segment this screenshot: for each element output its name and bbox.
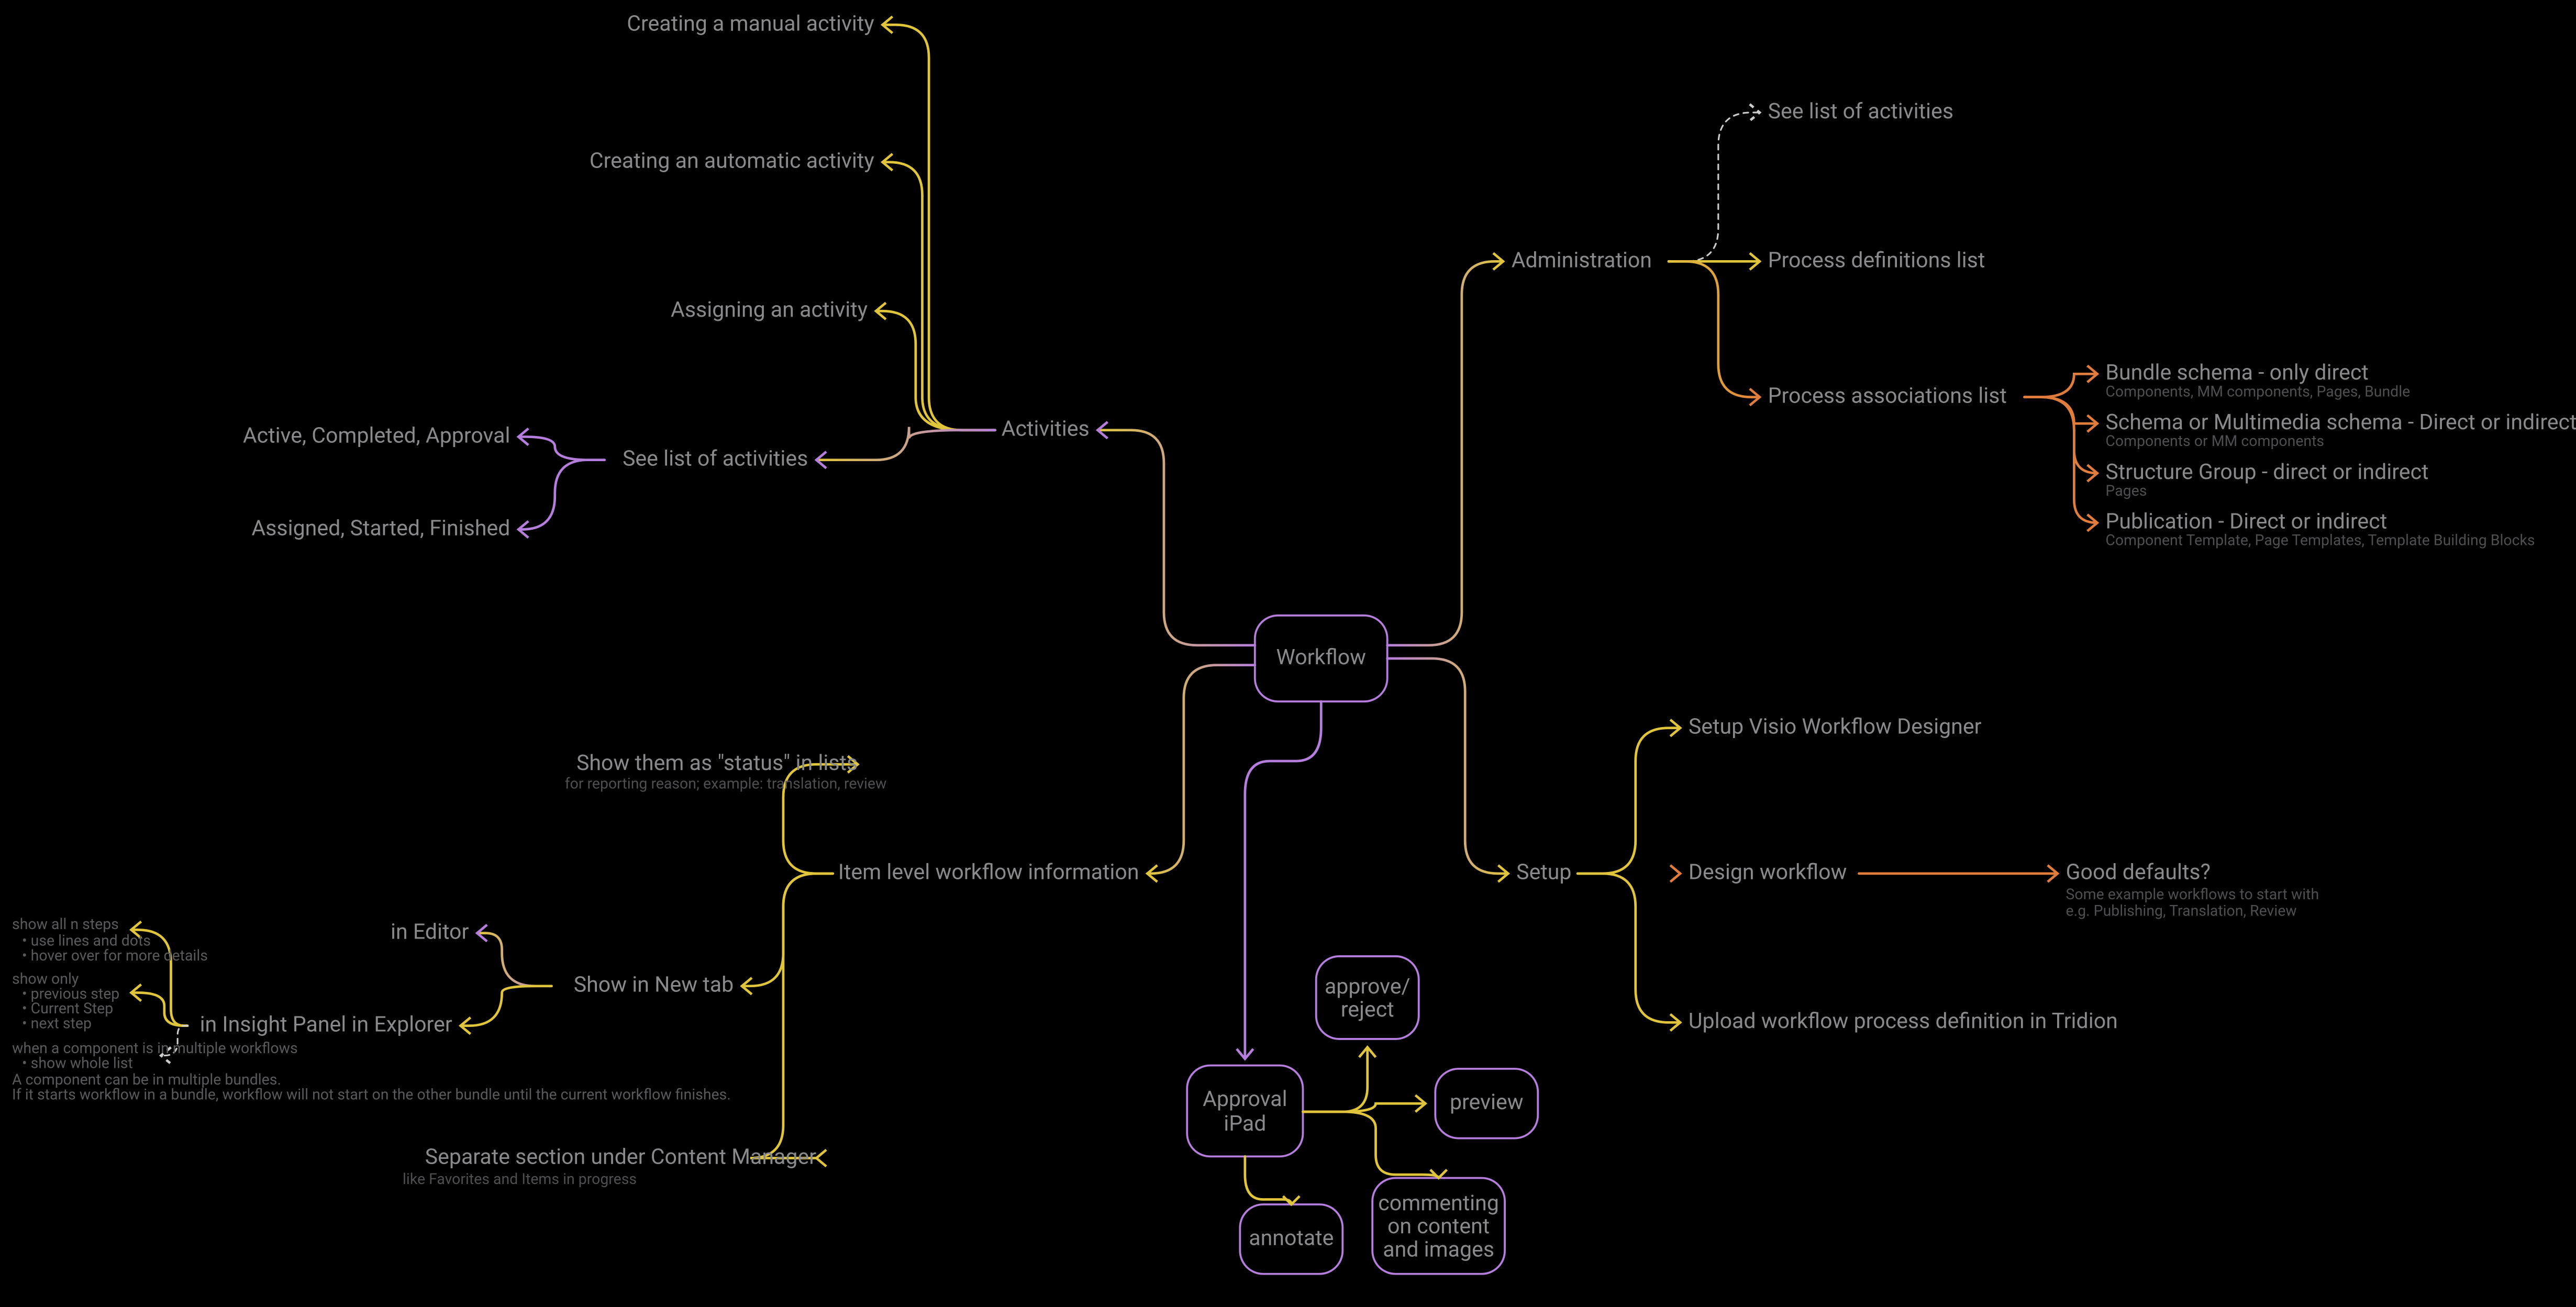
leaf-assoc-pub[interactable]: Publication - Direct or indirect <box>2105 509 2387 534</box>
edge-workflow-item <box>1147 665 1254 874</box>
arrow <box>816 1150 826 1167</box>
preview-label: preview <box>1450 1090 1524 1115</box>
node-approval-ipad[interactable]: Approval iPad <box>1187 1066 1303 1157</box>
node-admin-assoc[interactable]: Process associations list <box>1768 383 2007 408</box>
edge-appr-comment <box>1303 1112 1438 1178</box>
edge-newtab-editor <box>477 933 551 986</box>
leaf-assoc-pub-sub: Component Template, Page Templates, Temp… <box>2105 532 2535 549</box>
leaf-admin-seelist[interactable]: See list of activities <box>1768 99 1953 124</box>
leaf-active-comp-app[interactable]: Active, Completed, Approval <box>243 423 510 448</box>
leaf-create-manual[interactable]: Creating a manual activity <box>627 11 874 36</box>
node-annotate[interactable]: annotate <box>1240 1204 1342 1274</box>
leaf-setup-visio[interactable]: Setup Visio Workflow Designer <box>1689 714 1982 740</box>
edge-item-sep <box>750 874 833 1158</box>
edge-admin-seelist <box>1669 113 1760 261</box>
node-setup-design[interactable]: Design workflow <box>1689 860 1847 885</box>
edge-act-manual <box>883 25 995 430</box>
approval-label-2: iPad <box>1224 1111 1266 1136</box>
edge-workflow-setup <box>1387 658 1508 874</box>
edge-assoc-bundle <box>2025 374 2097 397</box>
edge-workflow-activities <box>1098 430 1255 645</box>
leaf-defaults-sub1: Some example workflows to start with <box>2066 886 2319 903</box>
note-showall-b2: • hover over for more details <box>22 947 208 964</box>
comment-label-3: and images <box>1383 1237 1494 1262</box>
leaf-admin-def[interactable]: Process definitions list <box>1768 248 1985 273</box>
note-multi-b1: • show whole list <box>22 1055 133 1072</box>
leaf-assoc-sg-sub: Pages <box>2105 482 2147 499</box>
edge-workflow-admin <box>1387 261 1503 645</box>
note-multi-ex2: If it starts workflow in a bundle, workf… <box>12 1086 731 1103</box>
edge-item-newtab <box>742 874 833 986</box>
node-commenting[interactable]: commenting on content and images <box>1372 1178 1505 1274</box>
edge-admin-assoc <box>1669 261 1760 397</box>
leaf-assoc-schema-sub: Components or MM components <box>2105 432 2324 450</box>
leaf-ass-st-fin[interactable]: Assigned, Started, Finished <box>251 516 510 541</box>
node-setup[interactable]: Setup <box>1516 860 1571 885</box>
node-preview[interactable]: preview <box>1435 1069 1538 1138</box>
leaf-assign[interactable]: Assigning an activity <box>671 297 868 322</box>
approval-label-1: Approval <box>1203 1087 1287 1112</box>
comment-label-1: commenting <box>1378 1191 1499 1216</box>
edge-seelist-2 <box>518 460 604 530</box>
arrow <box>1430 1170 1447 1178</box>
annotate-label: annotate <box>1249 1225 1334 1250</box>
edge-expl-showonly <box>131 992 187 1025</box>
edge-appr-approve <box>1303 1047 1367 1112</box>
edge-newtab-explorer <box>461 986 552 1026</box>
approve-label-1: approve/ <box>1325 974 1411 999</box>
node-admin[interactable]: Administration <box>1512 248 1652 273</box>
edge-workflow-approval <box>1245 701 1321 1059</box>
arrow <box>1283 1196 1300 1204</box>
edge-setup-upload <box>1578 874 1680 1022</box>
leaf-assoc-schema[interactable]: Schema or Multimedia schema - Direct or … <box>2105 410 2576 435</box>
leaf-assoc-sg[interactable]: Structure Group - direct or indirect <box>2105 460 2428 485</box>
leaf-item-sep-sub: like Favorites and Items in progress <box>403 1170 637 1188</box>
edge-setup-visio <box>1578 728 1680 874</box>
leaf-item-sep[interactable]: Separate section under Content Manager <box>425 1144 817 1169</box>
comment-label-2: on content <box>1387 1214 1490 1239</box>
leaf-item-status[interactable]: Show them as "status" in lists <box>576 751 858 776</box>
leaf-newtab-editor[interactable]: in Editor <box>391 920 469 945</box>
node-activities[interactable]: Activities <box>1002 417 1090 442</box>
node-workflow[interactable]: Workflow <box>1255 616 1387 701</box>
note-showall-title: show all n steps <box>12 915 119 933</box>
node-see-list[interactable]: See list of activities <box>623 446 808 472</box>
node-approve-reject[interactable]: approve/ reject <box>1316 956 1419 1039</box>
leaf-create-auto[interactable]: Creating an automatic activity <box>590 149 874 174</box>
root-label: Workflow <box>1276 645 1366 670</box>
leaf-item-status-sub: for reporting reason; example: translati… <box>565 775 887 792</box>
node-item-newtab[interactable]: Show in New tab <box>574 973 734 998</box>
leaf-defaults-sub2: e.g. Publishing, Translation, Review <box>2066 902 2297 920</box>
node-item-level[interactable]: Item level workflow information <box>838 860 1139 885</box>
edge-assoc-pub <box>2025 397 2097 523</box>
edge-act-seelist <box>816 427 995 460</box>
leaf-setup-upload[interactable]: Upload workflow process definition in Tr… <box>1689 1009 2118 1034</box>
approve-label-2: reject <box>1341 997 1394 1022</box>
leaf-defaults[interactable]: Good defaults? <box>2066 860 2211 885</box>
leaf-assoc-bundle[interactable]: Bundle schema - only direct <box>2105 360 2368 385</box>
edge-assoc-sg <box>2025 397 2097 473</box>
edge-act-auto <box>883 162 995 430</box>
edge-act-assign <box>876 311 995 430</box>
leaf-newtab-expl[interactable]: in Insight Panel in Explorer <box>200 1012 452 1037</box>
edge-seelist-1 <box>518 437 604 460</box>
note-showonly-b3: • next step <box>22 1015 92 1032</box>
leaf-assoc-bundle-sub: Components, MM components, Pages, Bundle <box>2105 383 2410 400</box>
edge-appr-preview <box>1303 1103 1425 1112</box>
